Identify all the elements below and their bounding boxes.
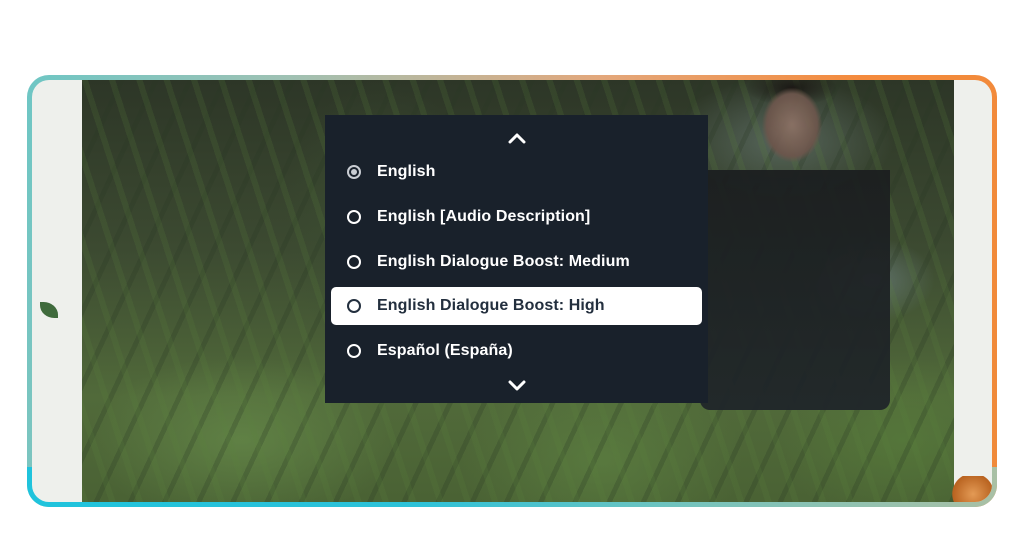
audio-option-dialogue-boost-high[interactable]: English Dialogue Boost: High — [331, 287, 702, 325]
chevron-up-icon[interactable] — [508, 129, 526, 147]
audio-option-english-audio-description[interactable]: English [Audio Description] — [331, 198, 702, 236]
audio-option-label: Español (España) — [377, 342, 513, 359]
radio-icon — [347, 255, 361, 269]
audio-option-label: English Dialogue Boost: Medium — [377, 253, 630, 270]
audio-option-english[interactable]: English — [331, 153, 702, 191]
audio-language-menu: English English [Audio Description] Engl… — [325, 115, 708, 403]
radio-icon — [347, 299, 361, 313]
corner-decoration — [950, 476, 992, 502]
radio-icon — [347, 344, 361, 358]
chevron-down-icon[interactable] — [508, 377, 526, 395]
radio-icon — [347, 210, 361, 224]
audio-option-label: English [Audio Description] — [377, 208, 591, 225]
audio-option-label: English — [377, 163, 436, 180]
audio-option-espanol[interactable]: Español (España) — [331, 332, 702, 370]
radio-checked-icon — [347, 165, 361, 179]
leaf-decoration — [40, 302, 58, 318]
audio-option-dialogue-boost-medium[interactable]: English Dialogue Boost: Medium — [331, 243, 702, 281]
video-actor — [700, 80, 890, 410]
audio-option-label: English Dialogue Boost: High — [377, 297, 605, 314]
